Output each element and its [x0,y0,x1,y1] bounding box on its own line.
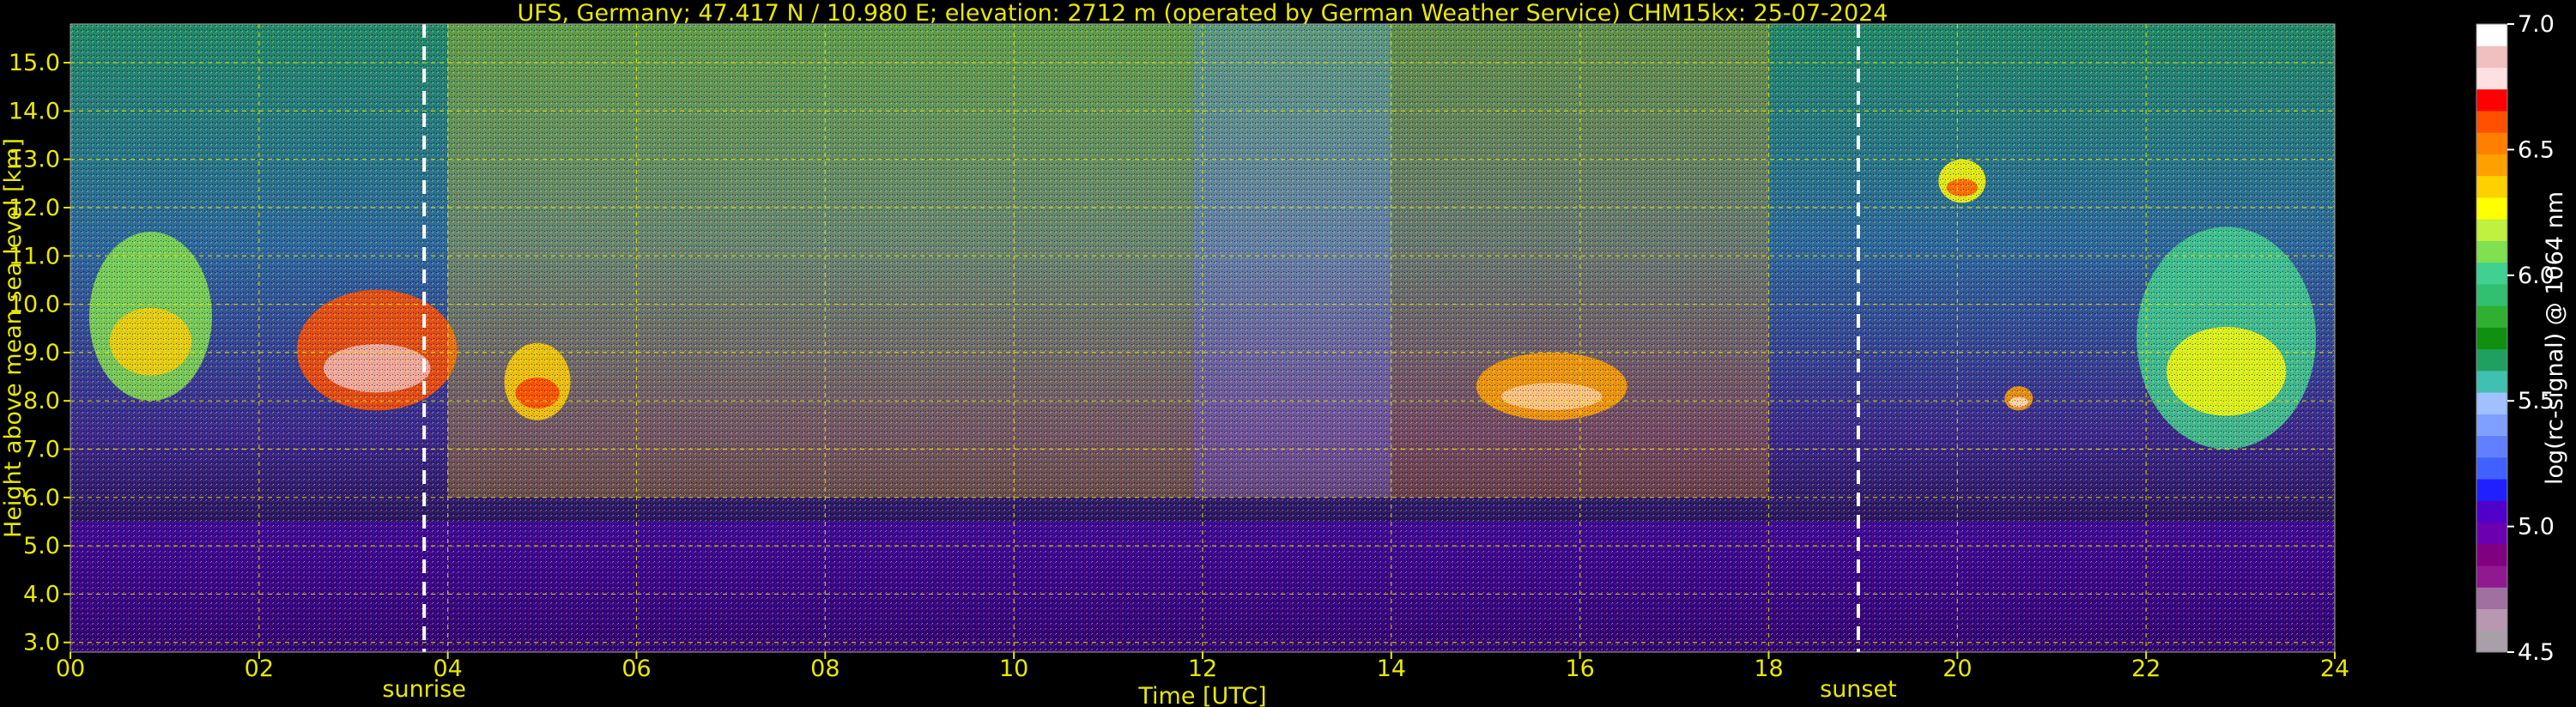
lidar-chart: UFS, Germany; 47.417 N / 10.980 E; eleva… [0,0,2568,707]
sun-marker-label-1: sunset [1820,676,1897,703]
colorbar-segment-27 [2476,45,2507,68]
colorbar-segment-1 [2476,608,2507,631]
colorbar-segment-4 [2476,543,2507,566]
colorbar-segment-15 [2476,305,2507,328]
y-tick-label-0: 3.0 [23,630,60,656]
colorbar-segment-18 [2476,240,2507,263]
colorbar-tick-label-0: 4.5 [2518,639,2555,666]
x-tick-label-7: 14 [1377,656,1406,682]
sun-marker-label-0: sunrise [382,676,466,703]
colorbar-segment-13 [2476,348,2507,372]
colorbar-segment-9 [2476,435,2507,458]
colorbar-tick-label-1: 5.0 [2518,514,2555,541]
colorbar-segment-14 [2476,327,2507,350]
x-tick-label-4: 08 [810,656,839,682]
y-tick-label-2: 5.0 [23,533,60,559]
x-tick-label-0: 00 [56,656,85,682]
colorbar-segment-8 [2476,456,2507,480]
colorbar-segment-5 [2476,522,2507,545]
y-tick-label-4: 7.0 [23,437,60,463]
colorbar-segment-21 [2476,175,2507,198]
colorbar-segment-0 [2476,630,2507,653]
x-tick-label-3: 06 [621,656,651,682]
colorbar-segment-3 [2476,565,2507,588]
y-tick-label-11: 14.0 [9,98,60,124]
colorbar-segment-19 [2476,219,2507,241]
colorbar-segment-10 [2476,414,2507,437]
x-tick-label-10: 20 [1943,656,1972,682]
y-axis-title: Height above mean sea level [km] [0,138,27,538]
x-axis-title: Time [UTC] [1137,683,1266,707]
colorbar-segment-23 [2476,132,2507,154]
colorbar-segment-26 [2476,67,2507,90]
colorbar-segment-2 [2476,587,2507,610]
x-tick-label-6: 12 [1188,656,1217,682]
y-tick-label-6: 9.0 [23,340,60,366]
colorbar-tick-label-5: 7.0 [2518,11,2555,38]
colorbar-segment-11 [2476,392,2507,414]
colorbar-segment-16 [2476,283,2507,306]
x-tick-label-8: 16 [1565,656,1594,682]
x-tick-label-1: 02 [245,656,274,682]
colorbar-segment-12 [2476,370,2507,393]
x-tick-label-5: 10 [999,656,1028,682]
x-tick-label-11: 22 [2131,656,2161,682]
colorbar-segment-24 [2476,110,2507,133]
colorbar-segment-6 [2476,500,2507,523]
colorbar-segment-22 [2476,154,2507,177]
x-tick-label-12: 24 [2320,656,2349,682]
colorbar-segment-7 [2476,479,2507,501]
colorbar-segment-28 [2476,24,2507,46]
y-tick-label-3: 6.0 [23,485,60,511]
colorbar-title: log(rc-signal) @ 1064 nm [2542,191,2568,485]
y-tick-label-12: 15.0 [9,50,60,76]
colorbar-segment-20 [2476,196,2507,220]
plot-area [70,24,2335,652]
colorbar-tick-label-4: 6.5 [2518,136,2555,163]
y-tick-label-5: 8.0 [23,388,60,414]
y-tick-label-1: 4.0 [23,581,60,607]
chart-title: UFS, Germany; 47.417 N / 10.980 E; eleva… [518,0,1888,27]
x-tick-label-9: 18 [1754,656,1783,682]
colorbar-segment-17 [2476,262,2507,285]
colorbar-segment-25 [2476,88,2507,112]
